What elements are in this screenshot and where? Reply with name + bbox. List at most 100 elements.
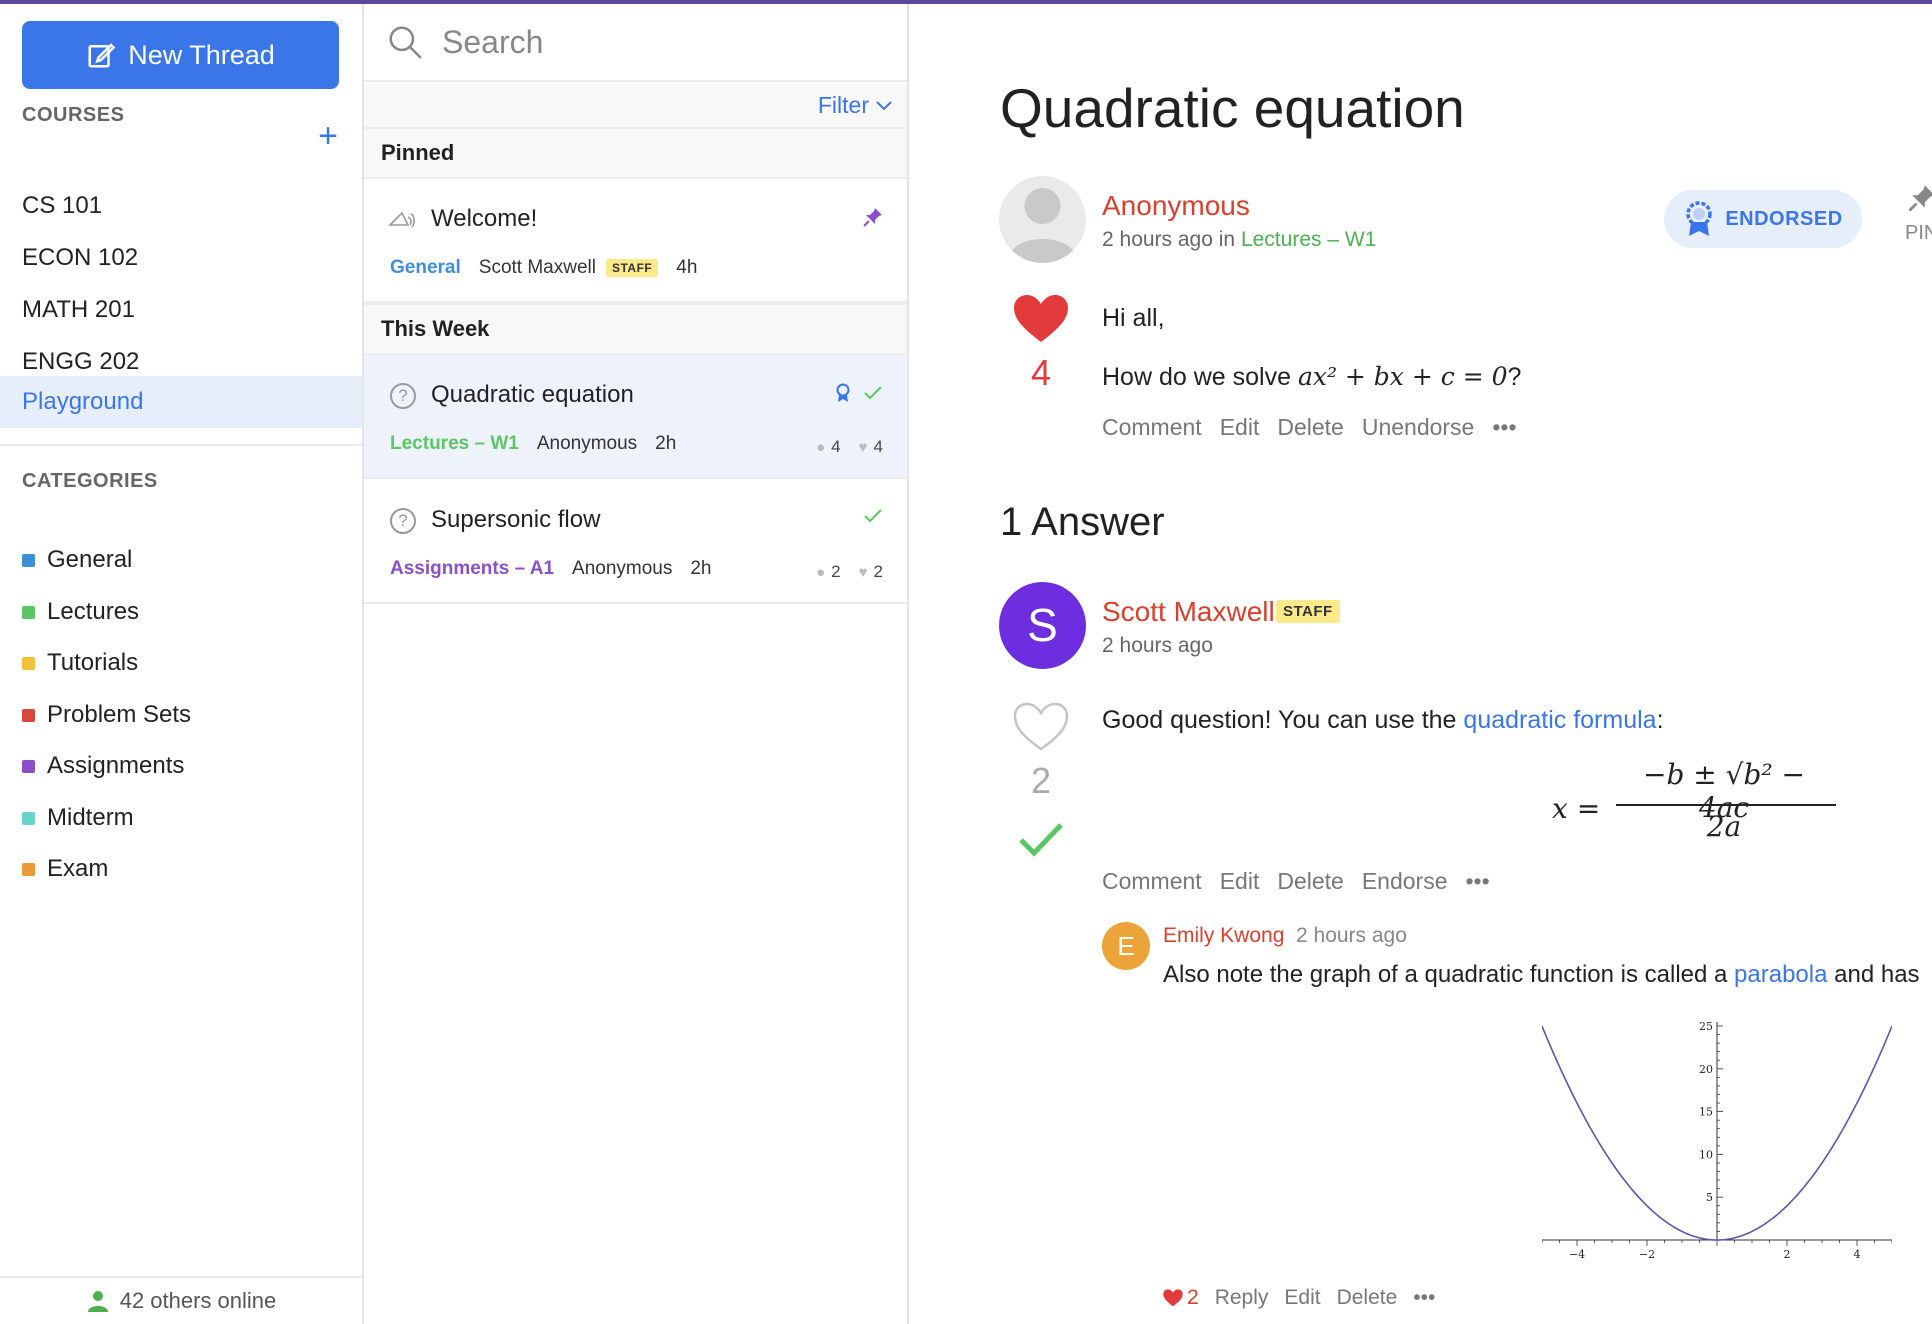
course-item[interactable]: CS 101	[0, 180, 362, 232]
new-thread-button[interactable]: New Thread	[22, 21, 339, 89]
question-vote-count: 4	[1030, 352, 1052, 393]
question-text: How do we solve	[1102, 363, 1291, 391]
heart-filled-icon	[1163, 1289, 1183, 1307]
sidebar: New Thread COURSES + CS 101 ECON 102 MAT…	[0, 4, 364, 1324]
category-item[interactable]: Exam	[0, 843, 362, 895]
add-course-icon[interactable]: +	[314, 119, 342, 153]
thread-meta: General Scott Maxwell STAFF 4h	[390, 257, 697, 279]
thread-item[interactable]: ? Supersonic flow Assignments – A1 Anony…	[364, 480, 907, 604]
heart-icon: ♥	[858, 564, 868, 581]
endorsed-label: ENDORSED	[1725, 207, 1843, 230]
search-icon	[389, 26, 422, 59]
question-actions: Comment Edit Delete Unendorse •••	[1102, 414, 1517, 441]
check-icon	[864, 386, 882, 400]
edit-button[interactable]: Edit	[1284, 1286, 1320, 1310]
category-item[interactable]: Assignments	[0, 740, 362, 792]
more-options-icon[interactable]: •••	[1466, 868, 1490, 895]
category-item[interactable]: Lectures	[0, 586, 362, 638]
more-options-icon[interactable]: •••	[1492, 414, 1516, 441]
reply-button[interactable]: Reply	[1215, 1286, 1269, 1310]
parabola-link[interactable]: parabola	[1734, 961, 1827, 988]
more-options-icon[interactable]: •••	[1413, 1286, 1435, 1310]
comment-avatar: E	[1102, 922, 1150, 970]
category-item[interactable]: Tutorials	[0, 637, 362, 689]
formula-denominator: 2a	[1706, 810, 1742, 843]
unendorse-button[interactable]: Unendorse	[1362, 414, 1475, 441]
thread-meta: Assignments – A1 Anonymous 2h	[390, 558, 712, 580]
heart-outline-icon[interactable]	[1013, 702, 1069, 752]
category-item[interactable]: General	[0, 534, 362, 586]
post-meta: 2 hours ago in Lectures – W1	[1102, 228, 1376, 252]
category-color-dot	[22, 811, 35, 825]
heart-filled-icon[interactable]	[1013, 294, 1069, 344]
fraction-bar	[1616, 804, 1836, 806]
thread-author: Scott Maxwell	[478, 257, 596, 278]
thread-time: 2h	[690, 558, 712, 579]
post-author[interactable]: Anonymous	[1102, 190, 1250, 222]
category-color-dot	[22, 656, 35, 670]
endorse-button[interactable]: Endorse	[1362, 868, 1448, 895]
category-label: Exam	[47, 855, 109, 882]
course-label: ECON 102	[22, 244, 139, 271]
y-tick-label: 5	[1706, 1191, 1713, 1204]
thread-title: Welcome!	[431, 205, 538, 232]
question-suffix: ?	[1507, 363, 1522, 391]
post-category-link[interactable]: Lectures – W1	[1241, 228, 1376, 251]
category-item[interactable]: Midterm	[0, 792, 362, 844]
comment-icon: ●	[816, 439, 826, 456]
thread-item[interactable]: Welcome! General Scott Maxwell STAFF 4h	[364, 179, 907, 303]
like-count: 4	[873, 437, 883, 456]
question-icon: ?	[390, 508, 416, 534]
categories-heading: CATEGORIES	[22, 470, 158, 492]
chevron-down-icon	[876, 100, 892, 110]
thread-item-selected[interactable]: ? Quadratic equation Lectures – W1 Anony…	[364, 355, 907, 479]
filter-button[interactable]: Filter	[818, 92, 893, 119]
new-thread-label: New Thread	[128, 39, 275, 70]
answer-avatar: S	[999, 582, 1086, 669]
like-count: 2	[873, 562, 883, 581]
pin-icon	[863, 208, 882, 227]
answer-text-prefix: Good question! You can use the	[1102, 706, 1457, 734]
answer-author[interactable]: Scott Maxwell	[1102, 596, 1275, 628]
edit-button[interactable]: Edit	[1220, 868, 1260, 895]
search-input[interactable]	[442, 23, 882, 61]
answers-heading: 1 Answer	[1000, 500, 1165, 544]
group-heading-pinned: Pinned	[364, 127, 907, 179]
comment-button[interactable]: Comment	[1102, 868, 1202, 895]
comment-button[interactable]: Comment	[1102, 414, 1202, 441]
question-line-1: Hi all,	[1102, 304, 1165, 332]
comment-author[interactable]: Emily Kwong	[1163, 924, 1284, 948]
online-status: 42 others online	[0, 1276, 362, 1324]
comment-icon: ●	[816, 564, 826, 581]
comment-like-button[interactable]: 2	[1163, 1286, 1199, 1310]
edit-button[interactable]: Edit	[1220, 414, 1260, 441]
thread-title: Quadratic equation	[431, 381, 634, 408]
thread-author: Anonymous	[536, 433, 638, 454]
sidebar-divider	[0, 444, 362, 446]
thread-time: 4h	[676, 257, 698, 278]
answer-vote-count: 2	[1030, 760, 1052, 801]
course-item[interactable]: ECON 102	[0, 232, 362, 284]
category-label: Tutorials	[47, 649, 139, 676]
comment-like-count: 2	[1187, 1286, 1199, 1309]
accepted-check-icon[interactable]	[1018, 820, 1064, 860]
endorsed-badge: ENDORSED	[1664, 190, 1862, 248]
category-color-dot	[22, 862, 35, 876]
megaphone-icon	[388, 211, 415, 228]
staff-badge: STAFF	[605, 259, 659, 277]
delete-button[interactable]: Delete	[1337, 1286, 1398, 1310]
x-tick-label: −2	[1639, 1248, 1655, 1261]
pin-button[interactable]: PIN	[1905, 184, 1932, 245]
delete-button[interactable]: Delete	[1277, 868, 1343, 895]
category-item[interactable]: Problem Sets	[0, 689, 362, 741]
answer-actions: Comment Edit Delete Endorse •••	[1102, 868, 1490, 895]
thread-list-panel: Filter Pinned Welcome! General Scott Max…	[364, 4, 909, 1324]
course-label: Playground	[22, 388, 144, 415]
course-label: MATH 201	[22, 296, 135, 323]
quadratic-formula-link[interactable]: quadratic formula	[1463, 706, 1656, 734]
thread-view: Quadratic equation Anonymous 2 hours ago…	[910, 4, 1932, 1324]
course-item[interactable]: MATH 201	[0, 284, 362, 336]
delete-button[interactable]: Delete	[1277, 414, 1343, 441]
course-item-active[interactable]: Playground	[0, 376, 362, 428]
quadratic-formula: x = −b ± √b² − 4ac 2a	[1552, 758, 1872, 854]
